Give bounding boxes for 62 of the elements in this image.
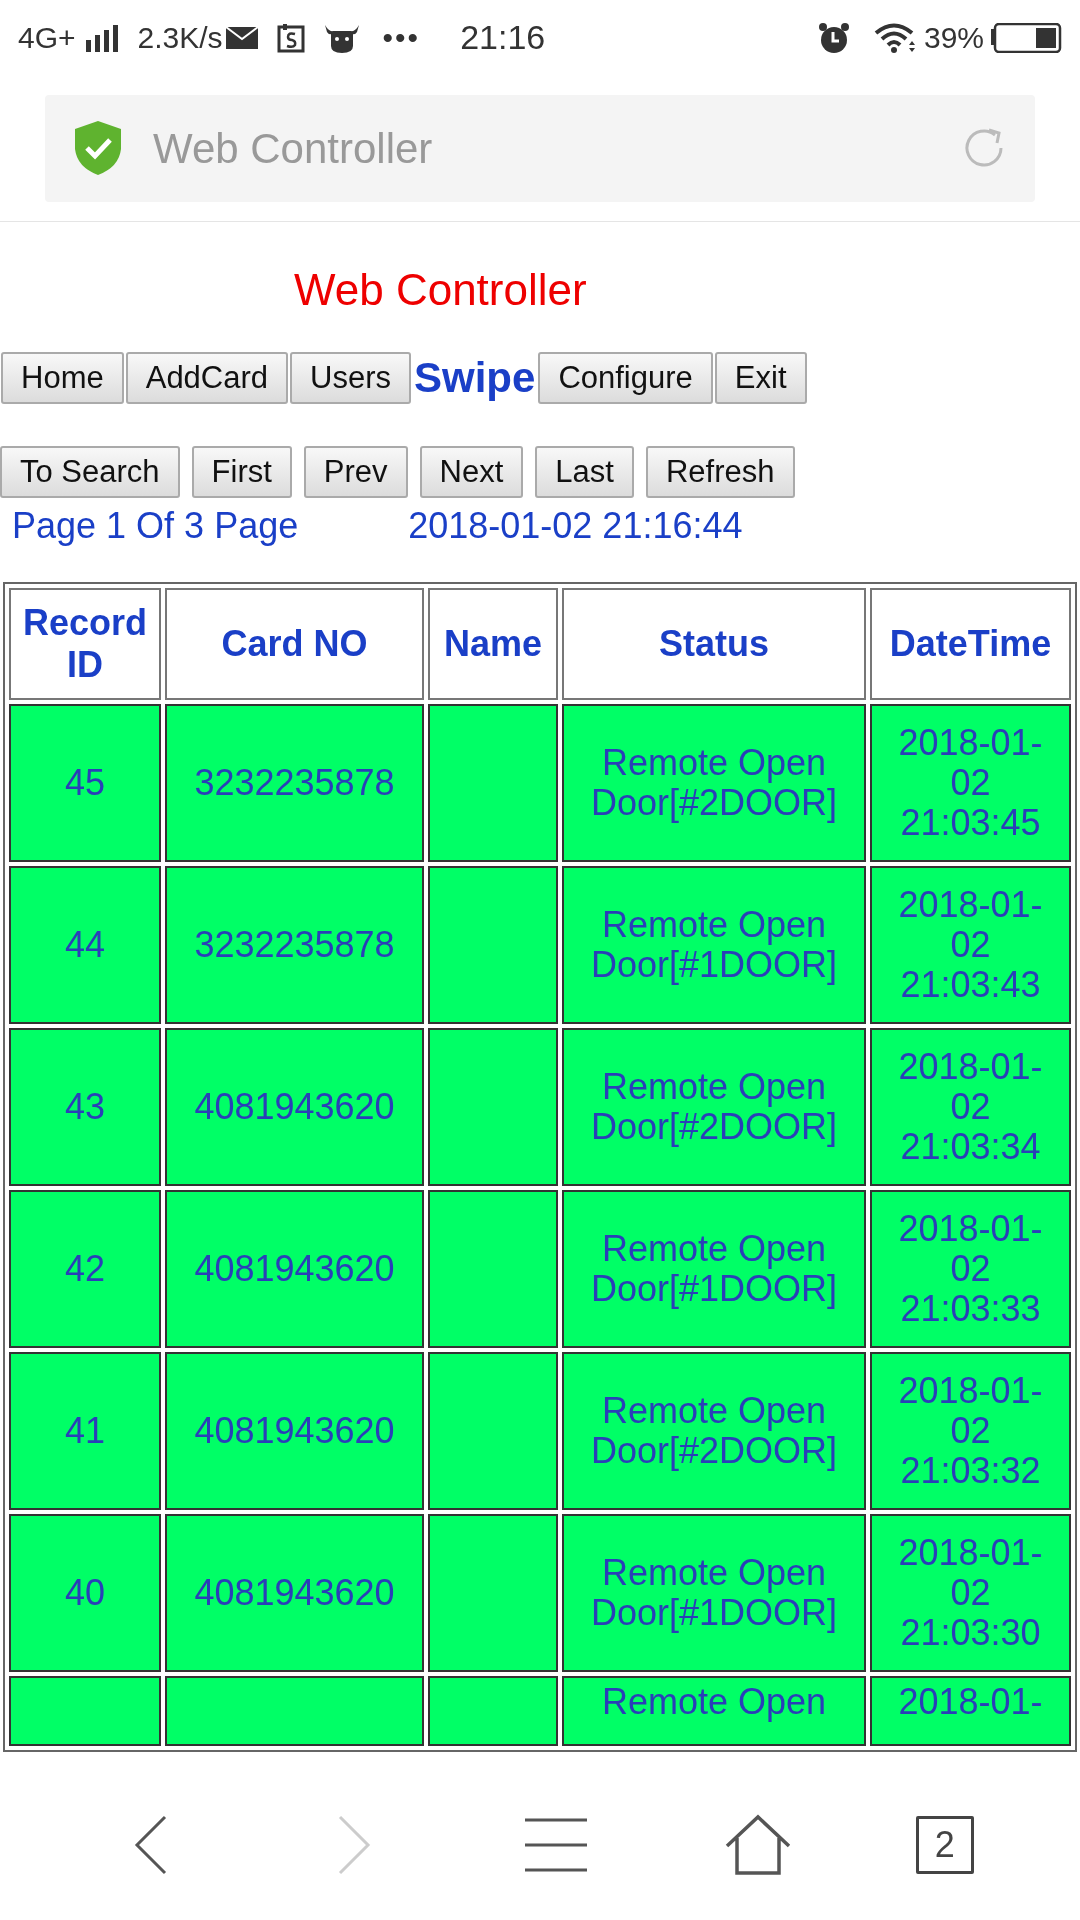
server-time: 2018-01-02 21:16:44 — [408, 504, 743, 548]
signal-icon — [83, 23, 120, 52]
home-icon — [724, 1814, 793, 1876]
address-title: Web Controller — [153, 123, 433, 174]
pager-button[interactable]: Prev — [303, 446, 408, 498]
wifi-icon — [873, 21, 918, 54]
table-cell: 2018-01-02 21:03:43 — [870, 866, 1071, 1024]
table-cell: 41 — [9, 1352, 161, 1510]
table-cell: 3232235878 — [165, 866, 424, 1024]
pager-button[interactable]: First — [191, 446, 292, 498]
battery-percent: 39% — [923, 20, 984, 56]
table-cell: Remote Open — [562, 1676, 866, 1746]
table-cell: 4081943620 — [165, 1352, 424, 1510]
column-header: DateTime — [870, 588, 1071, 700]
page-title: Web Controller — [294, 264, 587, 316]
table-cell: Remote Open Door[#1DOOR] — [562, 1190, 866, 1348]
nav-tab[interactable]: Configure — [538, 352, 713, 404]
table-cell: 2018-01- — [870, 1676, 1071, 1746]
nav-tab[interactable]: AddCard — [125, 352, 289, 404]
nav-tab[interactable]: Swipe — [412, 352, 538, 404]
security-shield-icon — [73, 119, 123, 177]
battery-icon — [990, 22, 1062, 53]
table-cell: 43 — [9, 1028, 161, 1186]
pager-button[interactable]: Refresh — [645, 446, 795, 498]
s-app-icon — [276, 22, 305, 53]
table-cell: 4081943620 — [165, 1190, 424, 1348]
alarm-icon — [817, 21, 850, 54]
mail-icon — [224, 25, 259, 50]
column-header: Name — [428, 588, 558, 700]
tabs-button[interactable]: 2 — [915, 1816, 974, 1874]
more-indicator: ••• — [382, 20, 421, 56]
table-cell: 2018-01-02 21:03:33 — [870, 1190, 1071, 1348]
page-info: Page 1 Of 3 Page — [12, 504, 299, 548]
table-cell: 2018-01-02 21:03:30 — [870, 1514, 1071, 1672]
table-cell: 4081943620 — [165, 1514, 424, 1672]
pager-button[interactable]: Last — [535, 446, 634, 498]
column-header: Status — [562, 588, 866, 700]
table-cell: Remote Open Door[#1DOOR] — [562, 866, 866, 1024]
table-cell: 40 — [9, 1514, 161, 1672]
table-cell: 2018-01-02 21:03:45 — [870, 704, 1071, 862]
table-cell: 3232235878 — [165, 704, 424, 862]
column-header: Card NO — [165, 588, 424, 700]
nav-tab[interactable]: Exit — [714, 352, 807, 404]
pager-button[interactable]: Next — [419, 446, 524, 498]
table-cell: 42 — [9, 1190, 161, 1348]
table-cell: 2018-01-02 21:03:32 — [870, 1352, 1071, 1510]
table-cell: Remote Open Door[#2DOOR] — [562, 704, 866, 862]
column-header: Record ID — [9, 588, 161, 700]
menu-icon — [522, 1817, 589, 1873]
table-cell: 45 — [9, 704, 161, 862]
table-cell: 2018-01-02 21:03:34 — [870, 1028, 1071, 1186]
network-type: 4G+ — [18, 20, 76, 56]
table-cell: Remote Open Door[#2DOOR] — [562, 1028, 866, 1186]
nav-tab[interactable]: Home — [1, 352, 124, 404]
table-cell: Remote Open Door[#1DOOR] — [562, 1514, 866, 1672]
table-cell: 44 — [9, 866, 161, 1024]
pager-button[interactable]: To Search — [0, 446, 180, 498]
table-cell: Remote Open Door[#2DOOR] — [562, 1352, 866, 1510]
clock-time: 21:16 — [460, 17, 546, 58]
nav-tab[interactable]: Users — [290, 352, 411, 404]
network-speed: 2.3K/s — [137, 20, 223, 56]
table-cell: 4081943620 — [165, 1028, 424, 1186]
